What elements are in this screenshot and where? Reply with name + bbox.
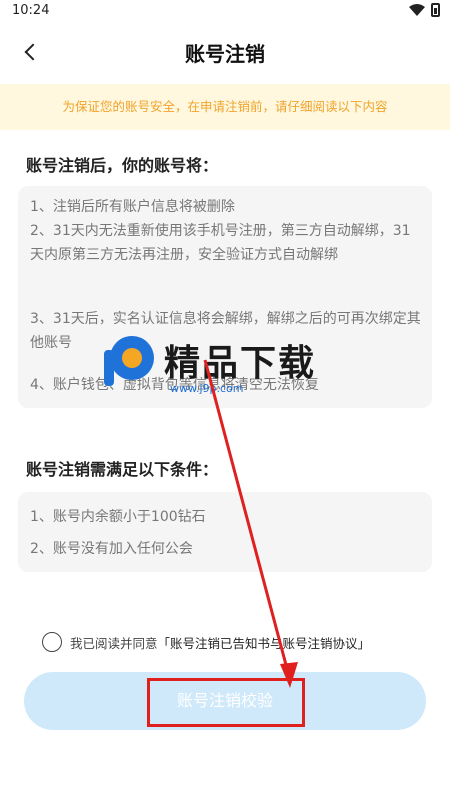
agreement-row: 我已阅读并同意 「账号注销已告知书与账号注销协议」 (42, 632, 370, 652)
watermark-title: 精品下载 (164, 343, 317, 384)
section2-item-2: 2、账号没有加入任何公会 (30, 541, 193, 557)
wifi-icon (409, 4, 425, 16)
section1-item-2: 2、31天内无法重新使用该手机号注册，第三方自动解绑，31天内原第三方无法再注册… (30, 223, 411, 263)
section2-box: 1、账号内余额小于100钻石 2、账号没有加入任何公会 (18, 492, 432, 572)
watermark-url: www.j9p.com (170, 382, 244, 395)
status-icons (409, 3, 440, 17)
annotation-highlight-box (147, 678, 305, 727)
agreement-prefix: 我已阅读并同意 (70, 635, 158, 651)
status-time: 10:24 (12, 3, 50, 18)
section2-heading: 账号注销需满足以下条件： (26, 460, 219, 479)
section1-heading: 账号注销后，你的账号将： (26, 156, 219, 175)
battery-icon (431, 3, 440, 17)
agreement-link[interactable]: 「账号注销已告知书与账号注销协议」 (158, 633, 371, 652)
watermark: 精品下载 www.j9p.com (100, 330, 360, 400)
section1-item-1: 1、注销后所有账户信息将被删除 (30, 199, 235, 215)
security-notice: 为保证您的账号安全，在申请注销前，请仔细阅读以下内容 (0, 84, 450, 130)
header: 账号注销 (0, 22, 450, 84)
status-bar: 10:24 (0, 0, 450, 22)
agreement-checkbox[interactable] (42, 632, 62, 652)
page-title: 账号注销 (185, 42, 265, 66)
section2-item-1: 1、账号内余额小于100钻石 (30, 509, 206, 525)
watermark-logo-icon (104, 336, 154, 386)
